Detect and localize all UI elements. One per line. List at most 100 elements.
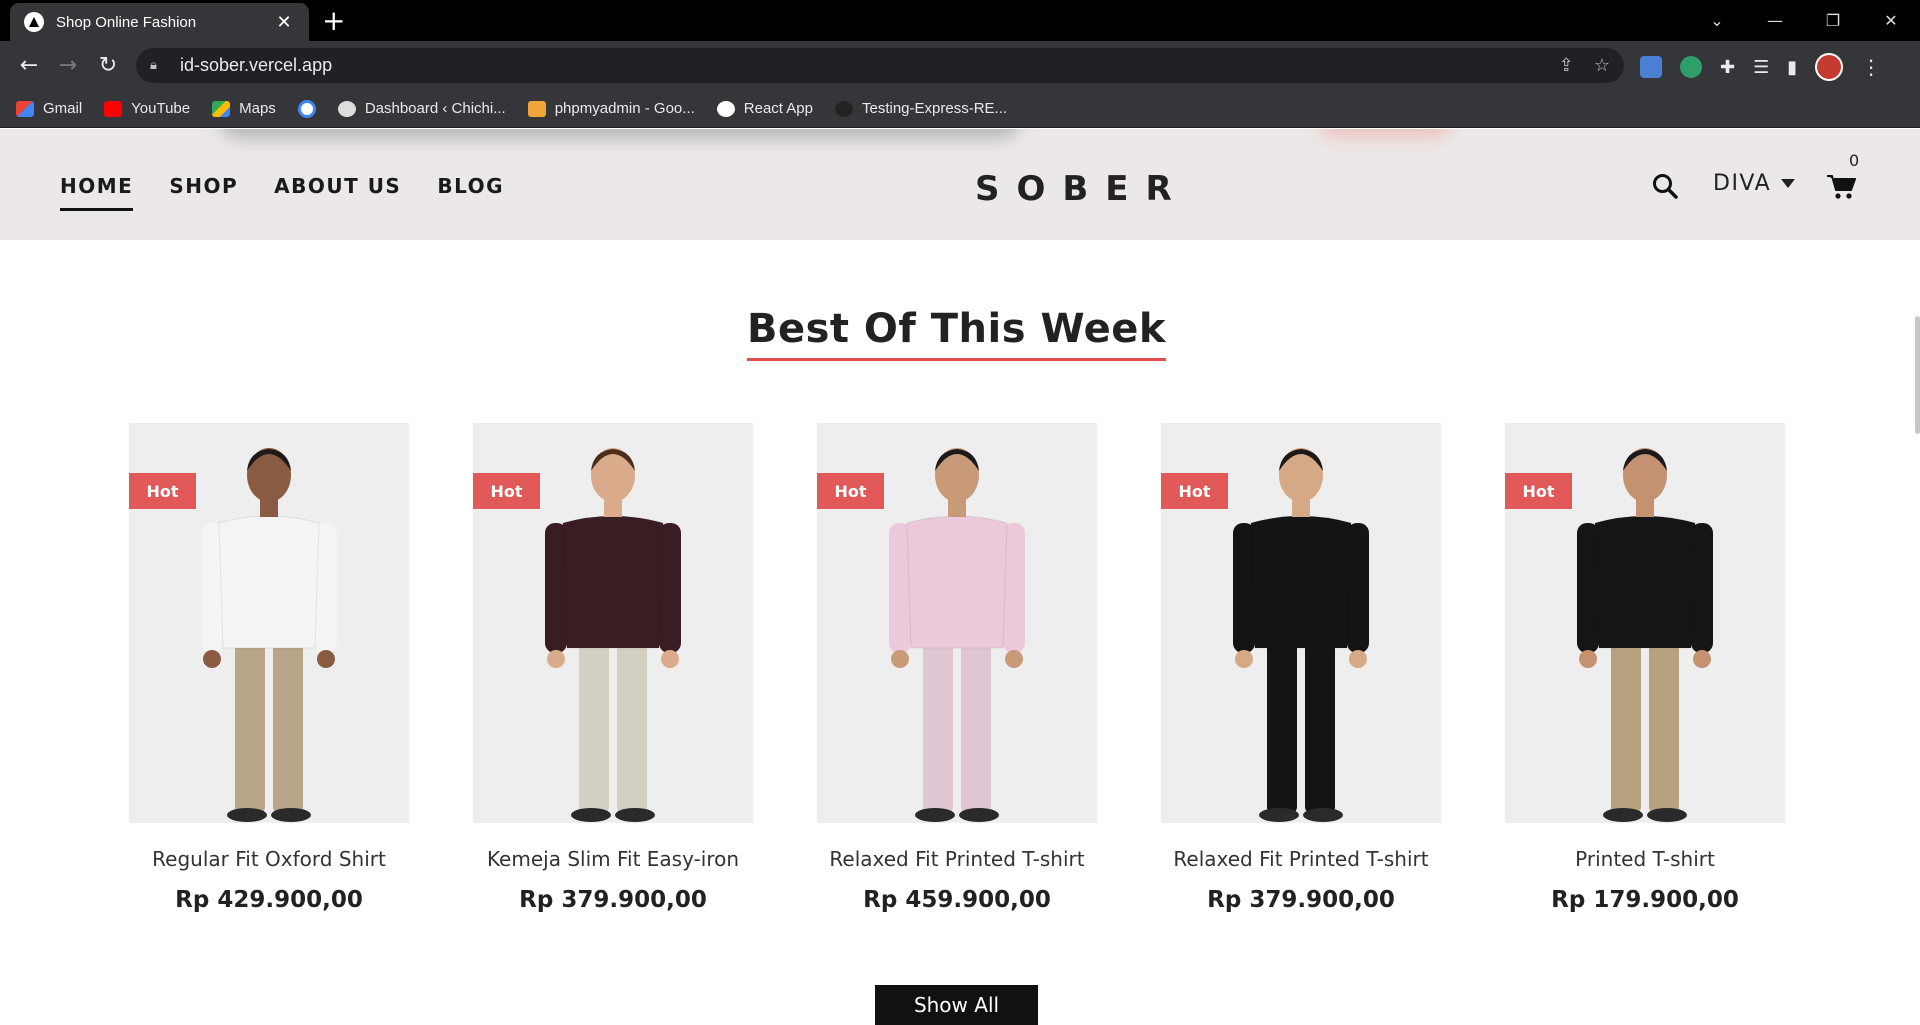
site-header: HOME SHOP ABOUT US BLOG SOBER DIVA 0 [0, 129, 1920, 240]
product-name[interactable]: Relaxed Fit Printed T-shirt [817, 847, 1097, 871]
search-icon[interactable] [1652, 173, 1678, 199]
restore-button[interactable]: ❐ [1804, 11, 1862, 30]
scroll-thumb[interactable] [1915, 316, 1920, 434]
page-scrollbar[interactable] [1912, 240, 1920, 1020]
model-shoe-left [1259, 808, 1299, 822]
product-card[interactable]: Hot Kemeja Slim Fit Easy-iron Rp 379.900… [473, 423, 753, 913]
extension-docs-icon[interactable] [1640, 56, 1662, 78]
tab-title: Shop Online Fashion [56, 13, 197, 31]
hot-badge: Hot [817, 473, 884, 509]
nav-shop[interactable]: SHOP [169, 174, 238, 211]
model-hand-left [203, 650, 221, 668]
product-card[interactable]: Hot Regular Fit Oxford Shirt Rp 429.900,… [129, 423, 409, 913]
bookmark-star-icon[interactable]: ☆ [1594, 55, 1610, 76]
forward-button[interactable]: → [53, 51, 83, 81]
product-price: Rp 429.900,00 [175, 887, 363, 913]
bookmark-dashboard[interactable]: Dashboard ‹ Chichi... [337, 100, 506, 117]
new-tab-button[interactable]: + [322, 6, 345, 36]
hero-blur [220, 129, 1020, 139]
chevron-down-icon[interactable]: ⌄ [1688, 11, 1746, 30]
model-pants-right [617, 633, 647, 813]
bookmark-gmail[interactable]: Gmail [16, 100, 82, 117]
model-shoe-right [615, 808, 655, 822]
media-queue-icon[interactable]: ☰ [1753, 57, 1769, 78]
product-card[interactable]: Hot Printed T-shirt Rp 179.900,00 [1505, 423, 1785, 913]
model-shirt [1594, 515, 1696, 649]
reload-button[interactable]: ↻ [93, 51, 123, 81]
model-pants-left [579, 633, 609, 813]
model-shoe-right [959, 808, 999, 822]
vercel-icon [24, 12, 44, 32]
profile-avatar[interactable] [1815, 53, 1844, 81]
product-price: Rp 459.900,00 [863, 887, 1051, 913]
model-shoe-left [571, 808, 611, 822]
extensions-puzzle-icon[interactable]: ✚ [1720, 57, 1735, 78]
product-image[interactable]: Hot [1505, 423, 1785, 823]
back-button[interactable]: ← [14, 51, 44, 81]
product-name[interactable]: Printed T-shirt [1505, 847, 1785, 871]
product-card[interactable]: Hot Relaxed Fit Printed T-shirt Rp 379.9… [1161, 423, 1441, 913]
maps-icon [212, 100, 231, 117]
nav-home[interactable]: HOME [60, 174, 134, 211]
site-logo[interactable]: SOBER [975, 169, 1189, 209]
cart-count: 0 [1849, 151, 1860, 170]
address-bar[interactable]: 🔒︎ id-sober.vercel.app ⇪ ☆ [136, 48, 1624, 83]
cart-icon[interactable] [1826, 173, 1856, 201]
model-hand-left [1235, 650, 1253, 668]
bookmark-youtube[interactable]: YouTube [104, 100, 190, 117]
nav-about-us[interactable]: ABOUT US [274, 174, 401, 211]
bookmark-phpmyadmin[interactable]: phpmyadmin - Goo... [527, 100, 695, 117]
model-shirt [906, 515, 1008, 649]
share-icon[interactable]: ⇪ [1559, 55, 1574, 76]
extension-grammarly-icon[interactable] [1680, 56, 1702, 78]
model-pants-left [1611, 633, 1641, 813]
gmail-icon [16, 100, 34, 117]
browser-tab[interactable]: Shop Online Fashion ✕ [10, 3, 309, 41]
nav-blog[interactable]: BLOG [437, 174, 504, 211]
side-panel-icon[interactable]: ▮ [1787, 57, 1797, 78]
bookmark-google[interactable] [297, 99, 316, 118]
bookmark-maps[interactable]: Maps [212, 100, 276, 117]
model-shirt [1250, 515, 1352, 649]
model-shoe-right [1303, 808, 1343, 822]
model-shirt [218, 515, 320, 649]
window-close-button[interactable]: ✕ [1862, 11, 1920, 30]
product-card[interactable]: Hot Relaxed Fit Printed T-shirt Rp 459.9… [817, 423, 1097, 913]
model-shoe-left [915, 808, 955, 822]
bookmark-testing-express[interactable]: Testing-Express-RE... [835, 100, 1007, 117]
model-pants-right [1649, 633, 1679, 813]
model-shoe-left [1603, 808, 1643, 822]
url-text: id-sober.vercel.app [180, 55, 333, 75]
product-image[interactable]: Hot [129, 423, 409, 823]
github-icon [835, 100, 853, 117]
model-hand-left [547, 650, 565, 668]
model-shoe-right [271, 808, 311, 822]
minimize-button[interactable]: — [1746, 11, 1804, 30]
browser-menu-icon[interactable]: ⋮ [1861, 55, 1881, 79]
caret-down-icon [1781, 179, 1796, 188]
user-menu[interactable]: DIVA [1713, 171, 1796, 196]
browser-tabstrip: Shop Online Fashion ✕ + ⌄ — ❐ ✕ [0, 0, 1920, 41]
model-hand-right [1693, 650, 1711, 668]
model-shoe-left [227, 808, 267, 822]
product-image[interactable]: Hot [817, 423, 1097, 823]
product-image[interactable]: Hot [473, 423, 753, 823]
product-price: Rp 179.900,00 [1551, 887, 1739, 913]
bookmark-react-app[interactable]: React App [716, 100, 813, 117]
model-hand-left [891, 650, 909, 668]
browser-toolbar: ← → ↻ 🔒︎ id-sober.vercel.app ⇪ ☆ ✚ ☰ ▮ ⋮ [0, 41, 1920, 90]
main-nav: HOME SHOP ABOUT US BLOG [60, 174, 504, 211]
section-title: Best Of This Week [0, 306, 1913, 361]
product-price: Rp 379.900,00 [1207, 887, 1395, 913]
model-pants-left [1267, 633, 1297, 813]
product-name[interactable]: Regular Fit Oxford Shirt [129, 847, 409, 871]
model-pants-left [923, 633, 953, 813]
model-hand-right [1349, 650, 1367, 668]
product-image[interactable]: Hot [1161, 423, 1441, 823]
product-name[interactable]: Relaxed Fit Printed T-shirt [1161, 847, 1441, 871]
product-grid: Hot Regular Fit Oxford Shirt Rp 429.900,… [129, 423, 1785, 913]
product-name[interactable]: Kemeja Slim Fit Easy-iron [473, 847, 753, 871]
show-all-button[interactable]: Show All [875, 985, 1038, 1025]
close-icon[interactable]: ✕ [273, 12, 295, 33]
model-pants-right [273, 633, 303, 813]
